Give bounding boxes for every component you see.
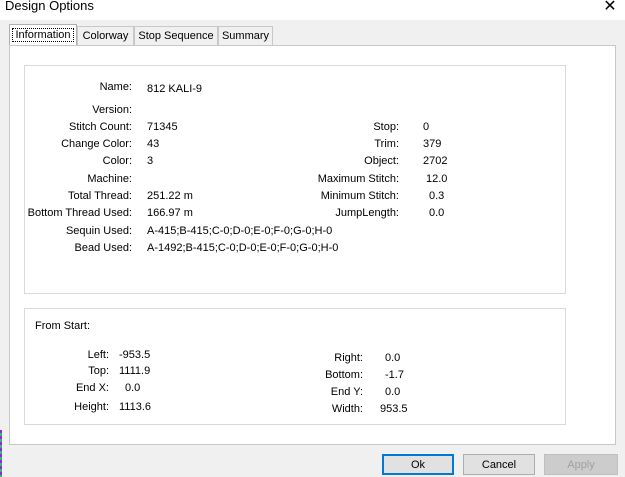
bottom-thread-value: 166.97 m bbox=[147, 207, 193, 219]
height-label: Height: bbox=[74, 401, 109, 413]
min-stitch-label: Minimum Stitch: bbox=[320, 190, 399, 202]
right-value: 0.0 bbox=[385, 352, 401, 364]
cancel-button[interactable]: Cancel bbox=[463, 454, 535, 475]
end-y-value: 0.0 bbox=[385, 386, 401, 398]
tab-colorway[interactable]: Colorway bbox=[77, 26, 134, 45]
max-stitch-value: 12.0 bbox=[426, 173, 448, 185]
bead-value: A-1492;B-415;C-0;D-0;E-0;F-0;G-0;H-0 bbox=[147, 242, 339, 254]
name-label: Name: bbox=[99, 81, 132, 93]
height-value: 1113.6 bbox=[119, 401, 152, 413]
stitch-count-label: Stitch Count: bbox=[69, 121, 132, 133]
tab-stop-sequence[interactable]: Stop Sequence bbox=[134, 26, 218, 45]
change-color-value: 43 bbox=[147, 138, 160, 150]
object-value: 2702 bbox=[423, 155, 448, 167]
color-value: 3 bbox=[147, 155, 154, 167]
total-thread-value: 251.22 m bbox=[147, 190, 193, 202]
stop-label: Stop: bbox=[373, 121, 399, 133]
title-bar: Design Options ✕ bbox=[0, 0, 625, 20]
min-stitch-value: 0.3 bbox=[429, 190, 445, 202]
total-thread-label: Total Thread: bbox=[67, 190, 132, 202]
name-value: 812 KALI-9 bbox=[147, 83, 203, 95]
jump-length-value: 0.0 bbox=[429, 207, 445, 219]
jump-length-label: JumpLength: bbox=[335, 207, 399, 219]
from-start-heading: From Start: bbox=[35, 320, 91, 332]
tab-summary[interactable]: Summary bbox=[218, 26, 273, 45]
window-title: Design Options bbox=[5, 0, 94, 13]
machine-label: Machine: bbox=[87, 173, 132, 185]
end-x-label: End X: bbox=[75, 382, 109, 394]
right-label: Right: bbox=[334, 352, 363, 364]
color-label: Color: bbox=[102, 155, 132, 167]
bottom-thread-label: Bottom Thread Used: bbox=[27, 207, 132, 219]
sequin-label: Sequin Used: bbox=[65, 225, 132, 237]
tab-stop-sequence-label: Stop Sequence bbox=[138, 30, 214, 42]
close-button[interactable]: ✕ bbox=[595, 0, 625, 18]
top-label: Top: bbox=[88, 365, 109, 377]
from-start-group: From Start: Left: -953.5 Top: 1111.9 End… bbox=[24, 308, 566, 425]
stop-value: 0 bbox=[423, 121, 430, 133]
tab-summary-label: Summary bbox=[221, 30, 270, 42]
width-value: 953.5 bbox=[380, 403, 408, 415]
tab-information-label: Information bbox=[12, 28, 74, 42]
sequin-value: A-415;B-415;C-0;D-0;E-0;F-0;G-0;H-0 bbox=[147, 225, 333, 237]
bottom-label: Bottom: bbox=[325, 369, 363, 381]
end-x-value: 0.0 bbox=[125, 382, 141, 394]
left-value: -953.5 bbox=[119, 349, 151, 361]
bead-label: Bead Used: bbox=[74, 242, 132, 254]
trim-label: Trim: bbox=[374, 138, 399, 150]
apply-button[interactable]: Apply bbox=[544, 454, 618, 475]
design-info-group: Name: 812 KALI-9 Version: Stitch Count: … bbox=[24, 65, 566, 294]
top-value: 1111.9 bbox=[119, 365, 151, 377]
change-color-label: Change Color: bbox=[61, 138, 132, 150]
ok-button[interactable]: Ok bbox=[382, 454, 454, 475]
object-label: Object: bbox=[364, 155, 399, 167]
left-label: Left: bbox=[87, 349, 109, 361]
max-stitch-label: Maximum Stitch: bbox=[317, 173, 399, 185]
information-panel: Name: 812 KALI-9 Version: Stitch Count: … bbox=[9, 45, 616, 445]
tab-colorway-label: Colorway bbox=[82, 30, 129, 42]
end-y-label: End Y: bbox=[330, 386, 363, 398]
stitch-count-value: 71345 bbox=[147, 121, 178, 133]
trim-value: 379 bbox=[423, 138, 442, 150]
version-label: Version: bbox=[92, 104, 132, 116]
tab-information[interactable]: Information bbox=[9, 24, 77, 46]
bottom-value: -1.7 bbox=[385, 369, 404, 381]
window-edge-stripe bbox=[0, 430, 2, 477]
width-label: Width: bbox=[331, 403, 363, 415]
